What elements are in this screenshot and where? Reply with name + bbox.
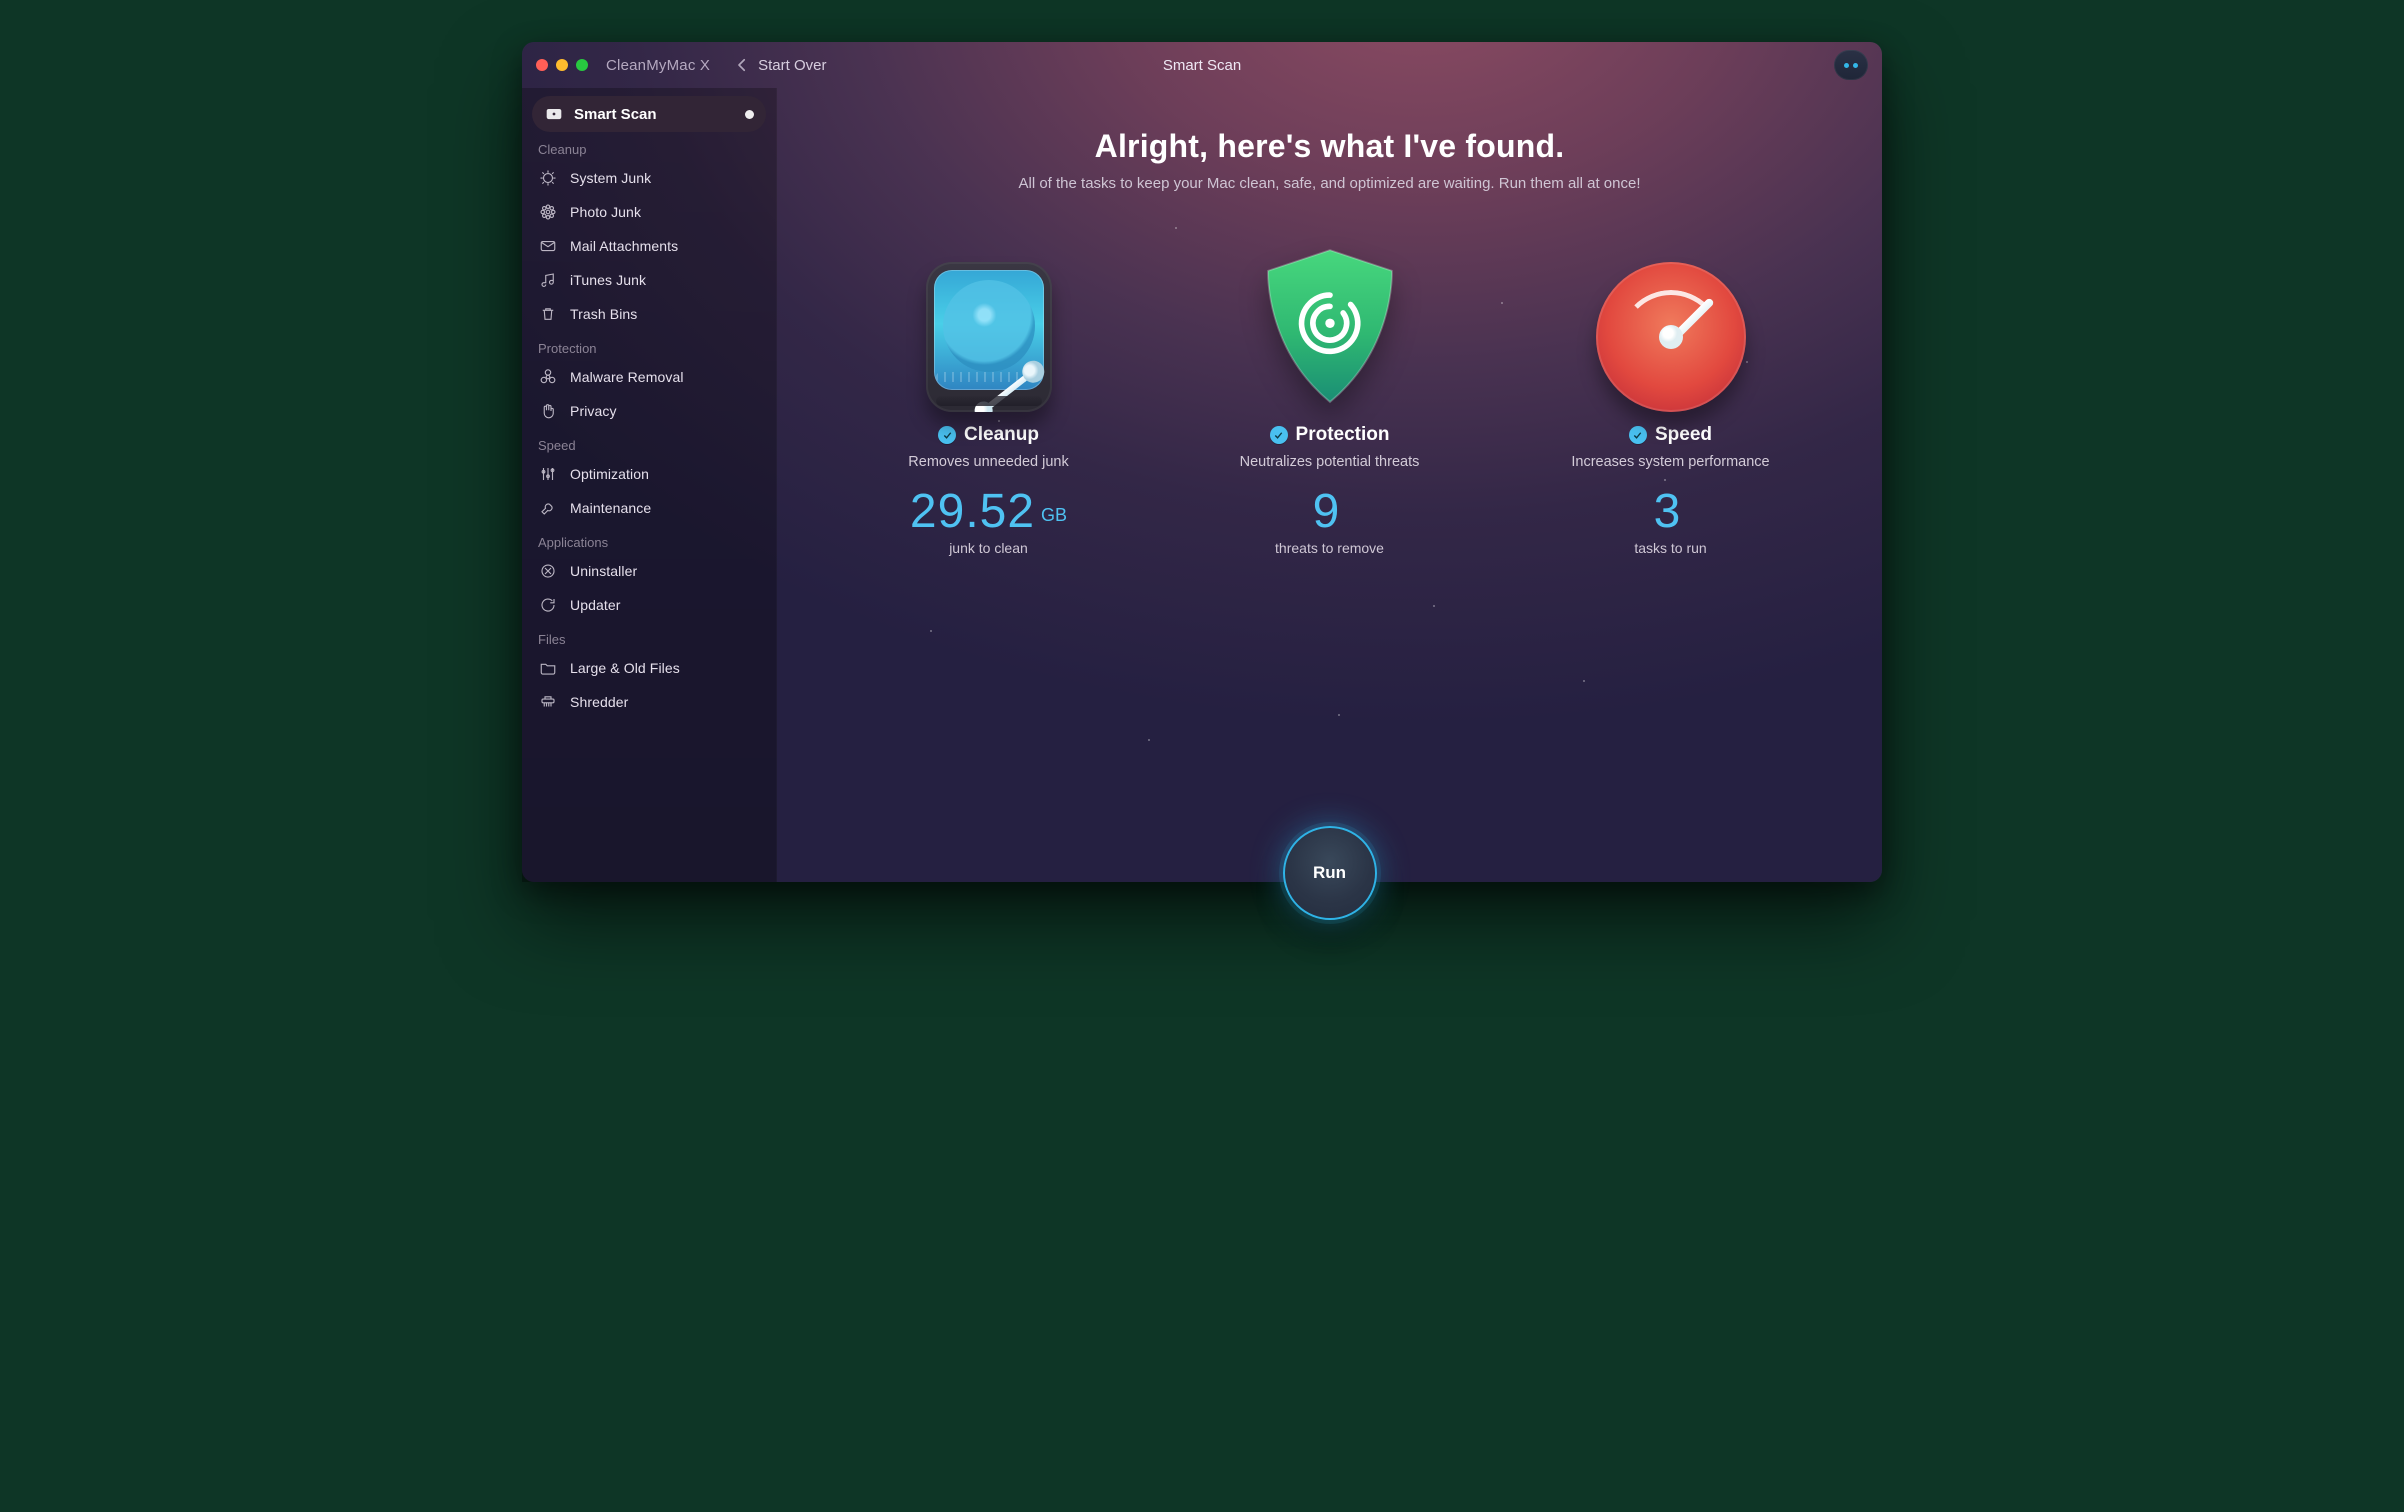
chevron-left-icon xyxy=(732,55,752,75)
app-window: CleanMyMac X Start Over Smart Scan Smart… xyxy=(522,42,1882,882)
window-minimize-button[interactable] xyxy=(556,59,568,71)
sidebar-item-label: Mail Attachments xyxy=(570,238,678,254)
window-controls xyxy=(536,59,588,71)
result-cards: Cleanup Removes unneeded junk 29.52GB ju… xyxy=(823,252,1836,556)
app-title: CleanMyMac X xyxy=(606,57,710,74)
folder-icon xyxy=(538,658,558,678)
sidebar-item-label: Large & Old Files xyxy=(570,660,680,676)
subheadline: All of the tasks to keep your Mac clean,… xyxy=(777,175,1882,192)
sidebar-item-label: Uninstaller xyxy=(570,563,637,579)
checkmark-icon xyxy=(1270,426,1288,444)
window-zoom-button[interactable] xyxy=(576,59,588,71)
gauge-icon xyxy=(1596,252,1746,412)
wrench-icon xyxy=(538,498,558,518)
sidebar-heading-applications: Applications xyxy=(532,535,766,550)
card-desc: Removes unneeded junk xyxy=(908,454,1068,470)
sidebar-item-trash-bins[interactable]: Trash Bins xyxy=(532,297,766,331)
assistant-dot-icon xyxy=(1853,63,1858,68)
sidebar-item-label: Maintenance xyxy=(570,500,651,516)
hand-icon xyxy=(538,401,558,421)
gear-chip-icon xyxy=(538,168,558,188)
card-cleanup[interactable]: Cleanup Removes unneeded junk 29.52GB ju… xyxy=(823,252,1154,556)
refresh-icon xyxy=(538,595,558,615)
smart-scan-icon xyxy=(544,104,564,124)
window-close-button[interactable] xyxy=(536,59,548,71)
sidebar-heading-files: Files xyxy=(532,632,766,647)
sidebar-heading-cleanup: Cleanup xyxy=(532,142,766,157)
headline: Alright, here's what I've found. xyxy=(777,128,1882,165)
shield-icon xyxy=(1255,252,1405,412)
sidebar-item-itunes-junk[interactable]: iTunes Junk xyxy=(532,263,766,297)
card-protection[interactable]: Protection Neutralizes potential threats… xyxy=(1164,252,1495,556)
sidebar: Smart Scan Cleanup System Junk Photo Jun… xyxy=(522,88,777,882)
card-desc: Neutralizes potential threats xyxy=(1240,454,1420,470)
sidebar-item-uninstaller[interactable]: Uninstaller xyxy=(532,554,766,588)
sidebar-item-label: Trash Bins xyxy=(570,306,637,322)
sidebar-item-system-junk[interactable]: System Junk xyxy=(532,161,766,195)
trash-icon xyxy=(538,304,558,324)
card-title: Speed xyxy=(1655,424,1712,446)
sidebar-item-shredder[interactable]: Shredder xyxy=(532,685,766,719)
sidebar-heading-protection: Protection xyxy=(532,341,766,356)
card-value: 9 xyxy=(1313,488,1347,536)
window-center-title: Smart Scan xyxy=(522,57,1882,74)
uninstall-icon xyxy=(538,561,558,581)
sidebar-item-optimization[interactable]: Optimization xyxy=(532,457,766,491)
sidebar-item-label: Updater xyxy=(570,597,621,613)
card-caption: junk to clean xyxy=(949,540,1028,556)
shredder-icon xyxy=(538,692,558,712)
card-desc: Increases system performance xyxy=(1571,454,1769,470)
assistant-button[interactable] xyxy=(1834,50,1868,80)
drive-icon xyxy=(926,252,1052,412)
card-value: 29.52GB xyxy=(910,488,1067,536)
back-label: Start Over xyxy=(758,57,826,74)
sidebar-item-label: Privacy xyxy=(570,403,617,419)
sidebar-item-smart-scan[interactable]: Smart Scan xyxy=(532,96,766,132)
music-note-icon xyxy=(538,270,558,290)
flower-icon xyxy=(538,202,558,222)
sidebar-item-label: Malware Removal xyxy=(570,369,684,385)
sidebar-item-malware-removal[interactable]: Malware Removal xyxy=(532,360,766,394)
card-caption: tasks to run xyxy=(1634,540,1706,556)
title-bar: CleanMyMac X Start Over Smart Scan xyxy=(522,42,1882,88)
assistant-dot-icon xyxy=(1844,63,1849,68)
sidebar-item-mail-attachments[interactable]: Mail Attachments xyxy=(532,229,766,263)
sidebar-item-privacy[interactable]: Privacy xyxy=(532,394,766,428)
sidebar-item-label: Shredder xyxy=(570,694,628,710)
envelope-icon xyxy=(538,236,558,256)
sidebar-item-label: Photo Junk xyxy=(570,204,641,220)
sidebar-item-large-old-files[interactable]: Large & Old Files xyxy=(532,651,766,685)
sidebar-item-maintenance[interactable]: Maintenance xyxy=(532,491,766,525)
biohazard-icon xyxy=(538,367,558,387)
sidebar-item-label: System Junk xyxy=(570,170,651,186)
card-title: Cleanup xyxy=(964,424,1039,446)
card-value: 3 xyxy=(1654,488,1688,536)
main-panel: Alright, here's what I've found. All of … xyxy=(777,88,1882,882)
sidebar-item-photo-junk[interactable]: Photo Junk xyxy=(532,195,766,229)
back-button[interactable]: Start Over xyxy=(732,55,826,75)
checkmark-icon xyxy=(938,426,956,444)
sidebar-item-updater[interactable]: Updater xyxy=(532,588,766,622)
card-title: Protection xyxy=(1296,424,1390,446)
run-button[interactable]: Run xyxy=(1283,826,1377,920)
sidebar-item-label: iTunes Junk xyxy=(570,272,646,288)
sidebar-item-label: Optimization xyxy=(570,466,649,482)
card-caption: threats to remove xyxy=(1275,540,1384,556)
checkmark-icon xyxy=(1629,426,1647,444)
sidebar-heading-speed: Speed xyxy=(532,438,766,453)
sidebar-item-label: Smart Scan xyxy=(574,106,657,123)
sliders-icon xyxy=(538,464,558,484)
active-indicator-icon xyxy=(745,110,754,119)
card-speed[interactable]: Speed Increases system performance 3 tas… xyxy=(1505,252,1836,556)
